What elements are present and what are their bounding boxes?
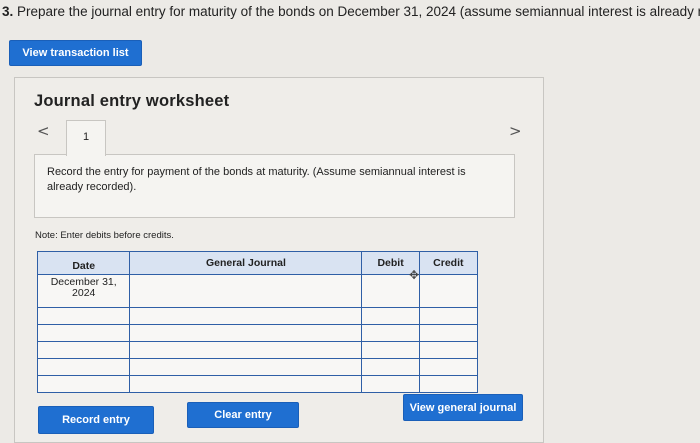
debit-input[interactable] xyxy=(361,358,420,376)
header-date: Date xyxy=(36,251,131,275)
credit-input[interactable] xyxy=(418,274,479,308)
credit-input[interactable] xyxy=(418,324,479,342)
question-text: 3. Prepare the journal entry for maturit… xyxy=(2,4,700,19)
table-row xyxy=(36,358,479,376)
journal-entry-worksheet: Journal entry worksheet < 1 > Record the… xyxy=(14,77,544,443)
date-cell xyxy=(36,324,131,342)
date-cell xyxy=(36,307,131,325)
debit-input[interactable] xyxy=(361,341,420,359)
move-cursor-icon: ✥ xyxy=(409,268,420,282)
clear-entry-button[interactable]: Clear entry xyxy=(187,402,299,428)
account-input[interactable] xyxy=(129,341,363,359)
header-general-journal: General Journal xyxy=(129,251,363,275)
record-entry-button[interactable]: Record entry xyxy=(38,406,154,434)
credit-input[interactable] xyxy=(418,375,479,393)
table-row xyxy=(36,324,479,342)
credit-input[interactable] xyxy=(418,307,479,325)
account-input[interactable] xyxy=(129,274,363,308)
tab-1[interactable]: 1 xyxy=(66,120,106,156)
table-row xyxy=(36,375,479,393)
chevron-left-icon[interactable]: < xyxy=(37,122,50,140)
account-input[interactable] xyxy=(129,307,363,325)
debit-input[interactable] xyxy=(361,307,420,325)
worksheet-title: Journal entry worksheet xyxy=(34,92,230,110)
question-body: Prepare the journal entry for maturity o… xyxy=(17,4,700,19)
date-cell xyxy=(36,358,131,376)
note-text: Note: Enter debits before credits. xyxy=(35,230,174,241)
instruction-box: Record the entry for payment of the bond… xyxy=(34,154,515,218)
date-cell xyxy=(36,341,131,359)
view-general-journal-button[interactable]: View general journal xyxy=(403,394,523,421)
instruction-text: Record the entry for payment of the bond… xyxy=(47,166,466,193)
account-input[interactable] xyxy=(129,358,363,376)
debit-input[interactable] xyxy=(361,375,420,393)
account-input[interactable] xyxy=(129,375,363,393)
table-row xyxy=(36,307,479,325)
date-cell: December 31, 2024 xyxy=(36,274,131,308)
question-number: 3. xyxy=(2,4,14,19)
credit-input[interactable] xyxy=(418,341,479,359)
view-transaction-list-button[interactable]: View transaction list xyxy=(9,40,142,66)
account-input[interactable] xyxy=(129,324,363,342)
credit-input[interactable] xyxy=(418,358,479,376)
chevron-right-icon[interactable]: > xyxy=(509,122,522,140)
debit-input[interactable] xyxy=(361,324,420,342)
header-credit: Credit xyxy=(418,251,479,275)
table-row xyxy=(36,341,479,359)
date-cell xyxy=(36,375,131,393)
